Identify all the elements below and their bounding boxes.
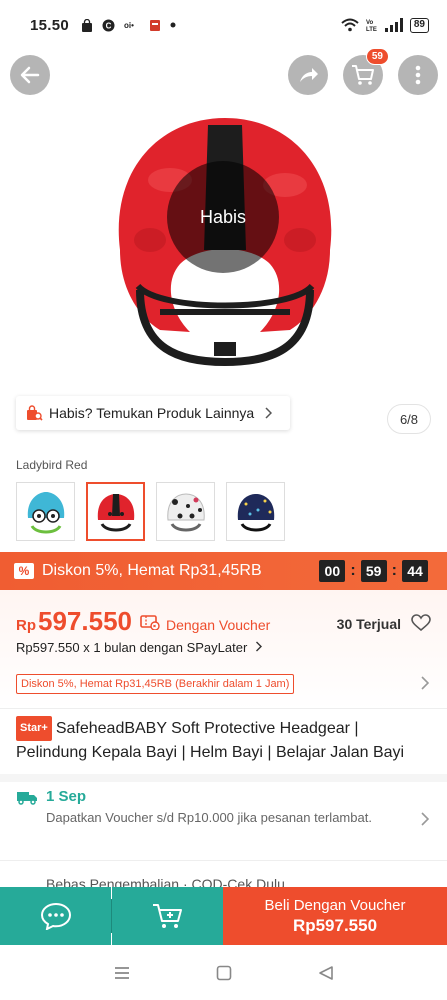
variant-thumb-ladybird-red[interactable]	[86, 482, 145, 541]
shop-bag-icon	[82, 18, 93, 32]
shipping-date: 1 Sep	[46, 788, 87, 805]
svg-text:LTE: LTE	[366, 27, 377, 32]
app-oio-icon: oi•	[124, 21, 134, 30]
price-value: 597.550	[38, 606, 132, 636]
bottom-action-bar: Beli Dengan Voucher Rp597.550	[0, 887, 447, 945]
voucher-label[interactable]: Dengan Voucher	[166, 617, 270, 633]
sold-count: 30 Terjual	[336, 616, 401, 632]
buy-button-price: Rp597.550	[292, 915, 378, 935]
shipping-headline: 1 Sep	[16, 788, 431, 805]
product-image-carousel[interactable]: 59 Habis	[0, 48, 447, 395]
timer-minutes: 59	[360, 560, 387, 582]
image-page-indicator: 6/8	[387, 404, 431, 434]
helmet-red-thumbnail	[97, 493, 134, 531]
app-c-icon: C	[102, 19, 115, 31]
svg-text:C: C	[106, 21, 112, 30]
system-icons: Vo LTE 89	[341, 17, 429, 33]
recent-apps-icon[interactable]	[113, 965, 131, 981]
dot-icon	[170, 22, 176, 28]
product-title-block: Star+ SafeheadBABY Soft Protective Headge…	[16, 716, 431, 764]
svg-text:Vo: Vo	[366, 20, 374, 26]
sold-out-overlay: Habis	[167, 161, 279, 273]
star-plus-badge: Star+	[16, 716, 52, 741]
system-navigation-bar	[0, 945, 447, 1000]
status-time: 15.50	[30, 16, 70, 34]
helmet-blue-thumbnail	[27, 491, 64, 533]
flash-discount-bar: % Diskon 5%, Hemat Rp31,45RB 00 : 59 : 4…	[0, 552, 447, 590]
add-to-cart-icon	[152, 904, 182, 928]
buy-button-label: Beli Dengan Voucher	[264, 896, 406, 914]
variant-thumb-blue-frog[interactable]	[16, 482, 75, 541]
variant-thumbnails	[16, 482, 285, 541]
add-to-cart-button[interactable]	[112, 887, 223, 945]
variant-thumb-navy-space[interactable]	[226, 482, 285, 541]
wifi-icon	[341, 18, 359, 32]
home-icon[interactable]	[216, 965, 232, 981]
buy-with-voucher-button[interactable]: Beli Dengan Voucher Rp597.550	[223, 887, 447, 945]
heart-icon	[411, 614, 431, 632]
back-nav-icon[interactable]	[318, 965, 334, 981]
back-button[interactable]	[10, 55, 50, 95]
notification-icons: C oi•	[81, 18, 176, 32]
share-icon	[300, 68, 318, 82]
price-row: Rp 597.550 Dengan Voucher	[16, 606, 270, 637]
cart-count-badge: 59	[365, 48, 389, 65]
chevron-right-icon[interactable]	[420, 676, 429, 690]
divider	[0, 860, 447, 861]
chevron-right-icon	[255, 641, 262, 652]
find-more-label: Habis? Temukan Produk Lainnya	[49, 405, 255, 421]
price-section: Rp 597.550 Dengan Voucher 30 Terjual Rp5…	[0, 590, 447, 710]
more-options-button[interactable]	[398, 55, 438, 95]
helmet-navy-thumbnail	[237, 493, 274, 531]
spaylater-row[interactable]: Rp597.550 x 1 bulan dengan SPayLater	[16, 640, 262, 655]
flash-discount-text: Diskon 5%, Hemat Rp31,45RB	[42, 562, 262, 579]
helmet-white-thumbnail	[166, 492, 205, 531]
signal-icon	[384, 18, 403, 32]
volte-icon: VoLTE	[366, 20, 377, 32]
countdown-timer: 00 : 59 : 44	[319, 560, 428, 582]
svg-text:oi•: oi•	[124, 21, 134, 30]
price-currency: Rp	[16, 617, 36, 634]
delivery-truck-icon	[17, 791, 37, 805]
spaylater-text: Rp597.550 x 1 bulan dengan SPayLater	[16, 640, 248, 655]
app-red-icon	[150, 19, 161, 31]
more-vertical-icon	[415, 65, 421, 85]
variant-thumb-dalmatian[interactable]	[156, 482, 215, 541]
divider	[0, 774, 447, 782]
divider	[0, 708, 447, 709]
chat-icon	[40, 902, 71, 930]
discount-tag[interactable]: Diskon 5%, Hemat Rp31,45RB (Berakhir dal…	[16, 674, 295, 694]
voucher-icon	[140, 614, 160, 630]
product-title: SafeheadBABY Soft Protective Headgear | …	[16, 720, 405, 761]
chat-button[interactable]	[0, 887, 111, 945]
shipping-voucher-desc: Dapatkan Voucher s/d Rp10.000 jika pesan…	[46, 810, 372, 825]
status-bar: 15.50 C oi• Vo LTE 89	[0, 0, 447, 50]
arrow-left-icon	[20, 66, 40, 84]
battery-indicator: 89	[409, 17, 429, 33]
timer-hours: 00	[319, 560, 346, 582]
chevron-right-icon	[421, 812, 429, 826]
chevron-right-icon	[265, 407, 273, 419]
share-button[interactable]	[288, 55, 328, 95]
cart-icon	[352, 65, 374, 85]
selected-variant-label: Ladybird Red	[16, 458, 88, 472]
favorite-button[interactable]	[411, 614, 431, 637]
shipping-info[interactable]: 1 Sep Dapatkan Voucher s/d Rp10.000 jika…	[16, 788, 431, 826]
search-bag-icon	[27, 405, 43, 421]
cart-button[interactable]: 59	[343, 48, 389, 95]
timer-seconds: 44	[402, 560, 428, 582]
find-more-products-button[interactable]: Habis? Temukan Produk Lainnya	[16, 396, 290, 430]
discount-percent-icon: %	[14, 563, 34, 579]
